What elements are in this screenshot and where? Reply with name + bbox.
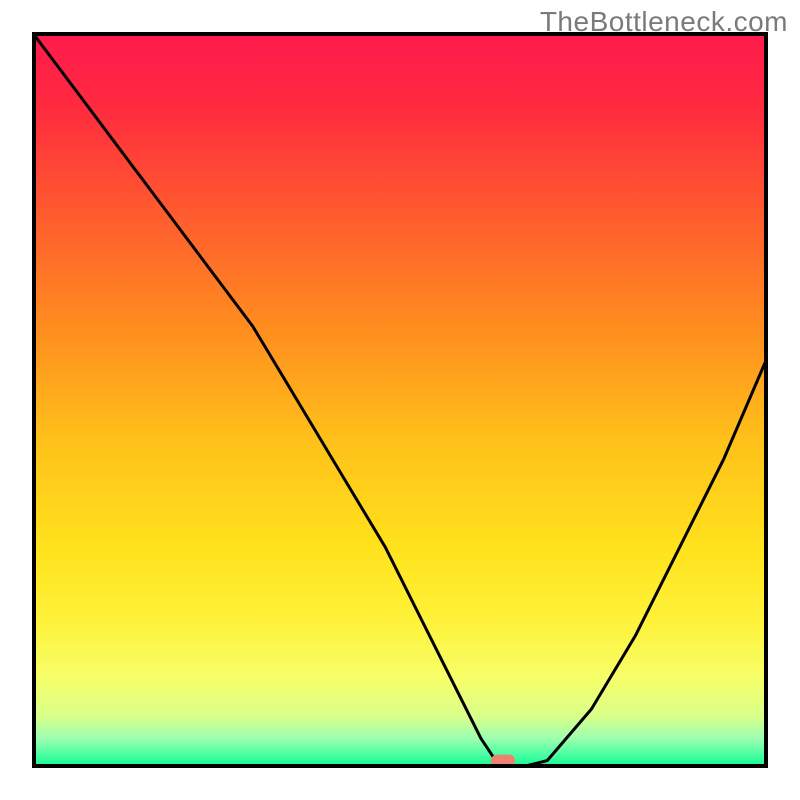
optimum-marker <box>491 755 515 767</box>
gradient-background <box>32 32 768 768</box>
attribution-watermark: TheBottleneck.com <box>540 6 788 38</box>
chart-svg <box>32 32 768 768</box>
chart-container: TheBottleneck.com <box>0 0 800 800</box>
plot-area <box>32 32 768 768</box>
